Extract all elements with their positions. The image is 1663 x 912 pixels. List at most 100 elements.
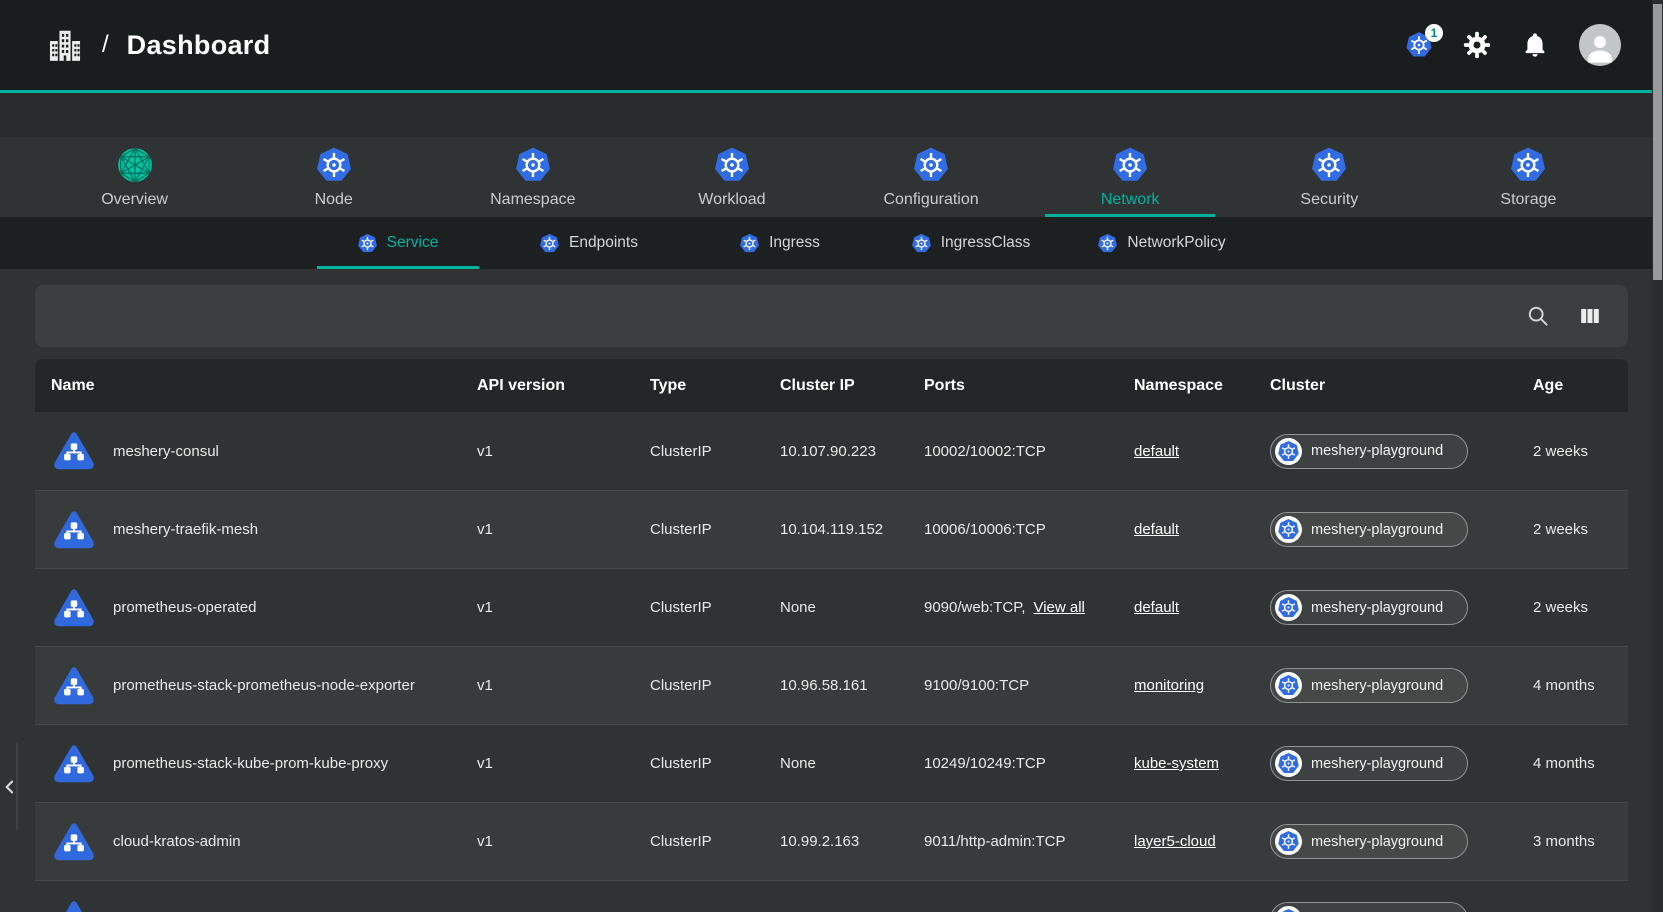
column-header-type[interactable]: Type [650,377,780,395]
subtab-service[interactable]: Service [302,217,493,269]
cluster-chip[interactable]: meshery-playground [1270,512,1468,547]
cluster-name: meshery-playground [1311,678,1443,694]
user-avatar[interactable] [1579,24,1621,66]
cluster-cell: meshery-playground [1270,902,1533,912]
search-icon[interactable] [1526,304,1550,328]
age-cell: 3 months [1533,833,1628,850]
cluster-chip[interactable]: meshery-playground [1270,902,1468,912]
age-cell: 2 weeks [1533,599,1628,616]
cluster-name: meshery-playground [1311,522,1443,538]
age-cell: 2 weeks [1533,443,1628,460]
cluster-cell: meshery-playground [1270,512,1533,547]
namespace-link[interactable]: default [1134,521,1179,538]
type-cell: ClusterIP [650,755,780,772]
age-cell: 4 months [1533,677,1628,694]
subtab-networkpolicy[interactable]: NetworkPolicy [1066,217,1257,269]
app-header: / Dashboard 1 [0,0,1663,90]
cluster-cell: meshery-playground [1270,434,1533,469]
cluster-chip[interactable]: meshery-playground [1270,746,1468,781]
column-header-namespace[interactable]: Namespace [1134,377,1270,395]
ports-cell: 10249/10249:TCP [924,755,1134,772]
cluster-chip[interactable]: meshery-playground [1270,668,1468,703]
table-row[interactable]: prometheus-operated v1 ClusterIP None 90… [35,568,1628,646]
subtab-endpoints[interactable]: Endpoints [493,217,684,269]
column-header-api-version[interactable]: API version [477,377,650,395]
tab-network[interactable]: Network [1031,137,1230,217]
type-cell: ClusterIP [650,833,780,850]
column-header-name[interactable]: Name [51,377,477,395]
meshery-icon [116,146,154,184]
notifications-bell-icon[interactable] [1521,31,1549,59]
kubernetes-icon [912,146,950,184]
service-icon [51,430,97,472]
service-name: prometheus-stack-kube-prom-kube-proxy [113,755,388,772]
kubernetes-context-button[interactable]: 1 [1405,31,1433,59]
kubernetes-icon [357,233,378,254]
tab-node[interactable]: Node [234,137,433,217]
ports-text: 10002/10002:TCP [924,443,1046,460]
kubernetes-icon [1275,750,1302,777]
table-row[interactable]: prometheus-stack-prometheus-node-exporte… [35,646,1628,724]
service-icon [51,743,97,785]
age-cell: 2 weeks [1533,521,1628,538]
view-all-link[interactable]: View all [1033,599,1084,616]
cluster-chip[interactable]: meshery-playground [1270,434,1468,469]
column-header-cluster[interactable]: Cluster [1270,377,1533,395]
column-header-ports[interactable]: Ports [924,377,1134,395]
tab-overview[interactable]: Overview [35,137,234,217]
ports-text: 9100/9100:TCP [924,677,1029,694]
table-row[interactable]: prometheus-stack-kube-prom-kube-proxy v1… [35,724,1628,802]
page-scrollbar[interactable] [1652,0,1663,912]
table-row[interactable]: cloud-kratos-admin v1 ClusterIP 10.99.2.… [35,802,1628,880]
service-name-cell: cloud-kratos-admin [51,821,477,863]
table-row[interactable]: meshery-traefik-mesh v1 ClusterIP 10.104… [35,490,1628,568]
tab-configuration[interactable]: Configuration [832,137,1031,217]
cluster-chip[interactable]: meshery-playground [1270,824,1468,859]
cluster-cell: meshery-playground [1270,746,1533,781]
kubernetes-icon [315,146,353,184]
cluster-name: meshery-playground [1311,834,1443,850]
ports-text: 9090/web:TCP, [924,599,1025,616]
ports-cell: 9090/web:TCP, View all [924,599,1134,616]
tab-security[interactable]: Security [1230,137,1429,217]
column-header-cluster-ip[interactable]: Cluster IP [780,377,924,395]
api-version-cell: v1 [477,521,650,538]
ports-text: 10006/10006:TCP [924,521,1046,538]
service-name-cell: meshery-consul [51,430,477,472]
settings-gear-icon[interactable] [1463,31,1491,59]
tab-workload[interactable]: Workload [632,137,831,217]
type-cell: ClusterIP [650,443,780,460]
kubernetes-icon [1275,672,1302,699]
namespace-link[interactable]: kube-system [1134,755,1219,772]
cluster-cell: meshery-playground [1270,668,1533,703]
namespace-link[interactable]: monitoring [1134,677,1204,694]
kubernetes-icon [1275,438,1302,465]
ports-cell: 9011/http-admin:TCP [924,833,1134,850]
organization-building-icon[interactable] [46,26,84,64]
breadcrumb-separator: / [102,31,109,59]
subtab-ingress[interactable]: Ingress [684,217,875,269]
type-cell: ClusterIP [650,521,780,538]
service-table-section: Name API version Type Cluster IP Ports N… [0,269,1663,912]
cluster-ip-cell: 10.99.2.163 [780,833,924,850]
table-body: meshery-consul v1 ClusterIP 10.107.90.22… [35,412,1628,912]
kubernetes-icon [713,146,751,184]
service-icon [51,587,97,629]
table-row[interactable]: meshery-consul v1 ClusterIP 10.107.90.22… [35,412,1628,490]
tab-storage[interactable]: Storage [1429,137,1628,217]
type-cell: ClusterIP [650,599,780,616]
subtab-ingressclass[interactable]: IngressClass [875,217,1066,269]
column-header-age[interactable]: Age [1533,377,1628,395]
view-columns-icon[interactable] [1578,304,1602,328]
scrollbar-thumb[interactable] [1653,4,1662,280]
ports-cell: 9100/9100:TCP [924,677,1134,694]
table-row[interactable]: meshery meshery-playground [35,880,1628,912]
service-name: prometheus-stack-prometheus-node-exporte… [113,677,415,694]
cluster-chip[interactable]: meshery-playground [1270,590,1468,625]
namespace-link[interactable]: default [1134,599,1179,616]
tab-namespace[interactable]: Namespace [433,137,632,217]
namespace-link[interactable]: layer5-cloud [1134,833,1216,850]
drawer-collapse-button[interactable] [0,772,20,802]
namespace-link[interactable]: default [1134,443,1179,460]
cluster-ip-cell: 10.104.119.152 [780,521,924,538]
